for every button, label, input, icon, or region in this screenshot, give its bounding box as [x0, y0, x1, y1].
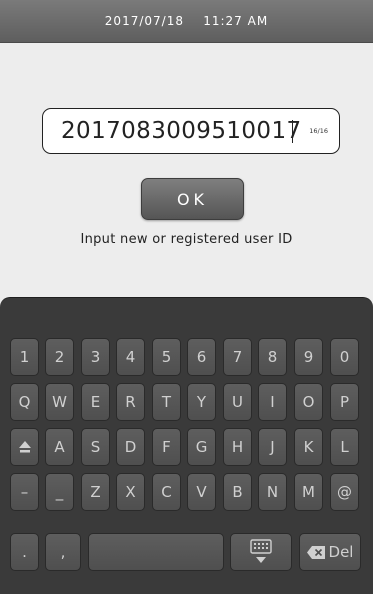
- key-4[interactable]: 4: [116, 338, 145, 376]
- key-8[interactable]: 8: [258, 338, 287, 376]
- key-m[interactable]: M: [294, 473, 323, 511]
- key-c[interactable]: C: [152, 473, 181, 511]
- delete-key[interactable]: Del: [299, 533, 361, 571]
- shift-key[interactable]: [10, 428, 39, 466]
- key-period[interactable]: .: [10, 533, 39, 571]
- key-t[interactable]: T: [152, 383, 181, 421]
- key-z[interactable]: Z: [81, 473, 110, 511]
- key-0[interactable]: 0: [330, 338, 359, 376]
- key-6[interactable]: 6: [187, 338, 216, 376]
- keyboard-hide-icon: [250, 539, 272, 563]
- key-9[interactable]: 9: [294, 338, 323, 376]
- delete-label: Del: [328, 543, 354, 561]
- key-7[interactable]: 7: [223, 338, 252, 376]
- status-bar: 2017/07/18 11:27 AM: [0, 0, 373, 43]
- key-s[interactable]: S: [81, 428, 110, 466]
- datetime: 2017/07/18 11:27 AM: [104, 14, 269, 28]
- key-1[interactable]: 1: [10, 338, 39, 376]
- key-underscore[interactable]: _: [45, 473, 74, 511]
- key-d[interactable]: D: [116, 428, 145, 466]
- input-hint: Input new or registered user ID: [80, 232, 293, 247]
- shift-arrow-icon: [18, 441, 31, 453]
- key-5[interactable]: 5: [152, 338, 181, 376]
- key-w[interactable]: W: [45, 383, 74, 421]
- key-j[interactable]: J: [258, 428, 287, 466]
- key-o[interactable]: O: [294, 383, 323, 421]
- space-key[interactable]: [88, 533, 224, 571]
- key-2[interactable]: 2: [45, 338, 74, 376]
- key-k[interactable]: K: [294, 428, 323, 466]
- key-l[interactable]: L: [330, 428, 359, 466]
- backspace-x-icon: [306, 545, 325, 559]
- key-n[interactable]: N: [258, 473, 287, 511]
- hide-keyboard-key[interactable]: [230, 533, 292, 571]
- text-caret: [292, 120, 293, 143]
- key-v[interactable]: V: [187, 473, 216, 511]
- key-at[interactable]: @: [330, 473, 359, 511]
- key-r[interactable]: R: [116, 383, 145, 421]
- user-id-input[interactable]: 2017083009510017 16/16: [42, 108, 340, 154]
- key-u[interactable]: U: [223, 383, 252, 421]
- ok-button[interactable]: OK: [141, 178, 244, 220]
- key-3[interactable]: 3: [81, 338, 110, 376]
- on-screen-keyboard: 1 2 3 4 5 6 7 8 9 0 Q W E R T Y U I O P …: [0, 297, 373, 594]
- char-count: 16/16: [309, 127, 328, 135]
- key-i[interactable]: I: [258, 383, 287, 421]
- key-p[interactable]: P: [330, 383, 359, 421]
- key-g[interactable]: G: [187, 428, 216, 466]
- key-dash[interactable]: –: [10, 473, 39, 511]
- key-f[interactable]: F: [152, 428, 181, 466]
- key-e[interactable]: E: [81, 383, 110, 421]
- key-x[interactable]: X: [116, 473, 145, 511]
- key-comma[interactable]: ,: [45, 533, 81, 571]
- user-id-value: 2017083009510017: [61, 118, 302, 144]
- key-y[interactable]: Y: [187, 383, 216, 421]
- key-a[interactable]: A: [45, 428, 74, 466]
- key-b[interactable]: B: [223, 473, 252, 511]
- key-h[interactable]: H: [223, 428, 252, 466]
- key-q[interactable]: Q: [10, 383, 39, 421]
